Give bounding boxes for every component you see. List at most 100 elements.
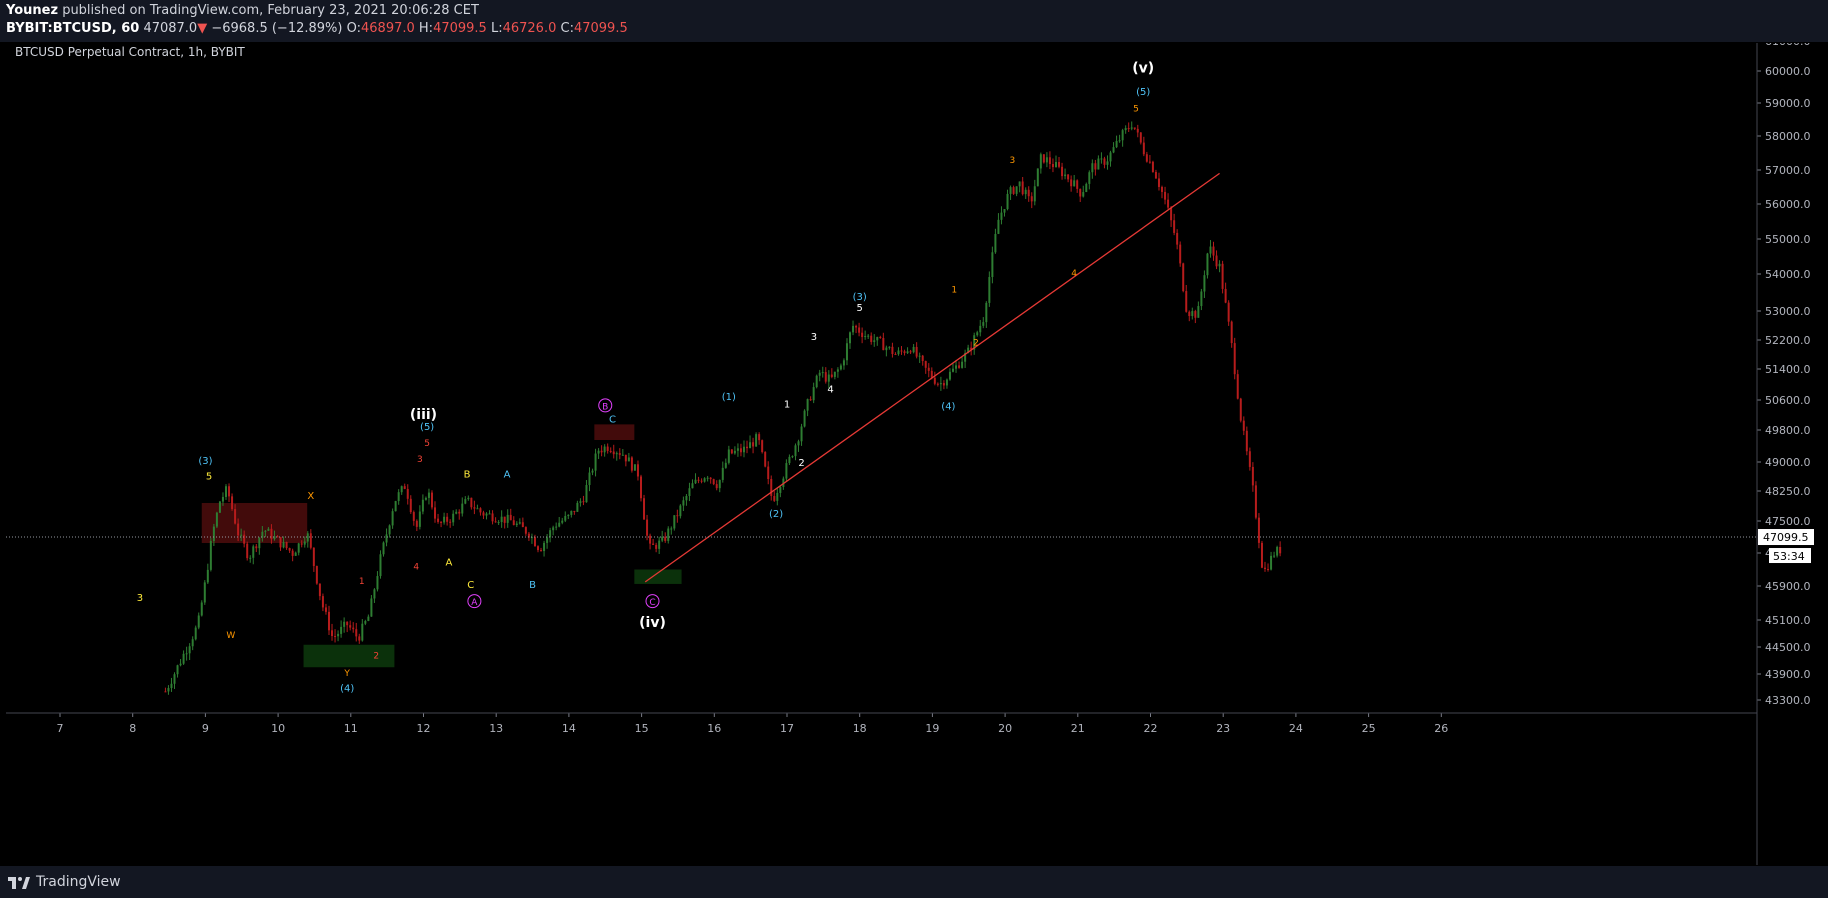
candle-down (279, 537, 282, 548)
wave-label-circled: A (471, 598, 478, 608)
candle-up (1085, 183, 1088, 193)
candle-up (906, 351, 909, 354)
candle-down (349, 625, 352, 628)
candle-up (591, 470, 594, 473)
wave-label: (5) (420, 422, 434, 433)
candle-down (606, 446, 609, 451)
candle-down (324, 607, 327, 612)
candle-down (321, 596, 324, 608)
low-value: 46726.0 (502, 21, 557, 36)
down-arrow-icon: ▼ (197, 21, 208, 36)
price-tick-label: 49800.0 (1765, 424, 1811, 437)
candle-down (1251, 466, 1254, 486)
close-value: 47099.5 (573, 21, 628, 36)
candle-up (1003, 209, 1006, 213)
wave-label: (1) (722, 392, 736, 403)
candle-up (497, 522, 500, 524)
candle-up (885, 347, 888, 351)
candle-up (785, 463, 788, 479)
candle-down (870, 335, 873, 342)
candle-up (579, 501, 582, 503)
candle-down (942, 383, 945, 386)
candle-down (537, 546, 540, 551)
candle-down (652, 543, 655, 545)
candle-up (424, 497, 427, 500)
time-tick-label: 10 (271, 722, 285, 735)
candle-up (955, 365, 958, 369)
wave-label: A (504, 469, 511, 480)
candle-down (246, 543, 249, 559)
candle-up (485, 513, 488, 516)
candle-down (1048, 157, 1051, 164)
candle-up (1000, 212, 1003, 220)
candle-up (1006, 193, 1009, 210)
candle-down (1142, 142, 1145, 155)
candle-up (615, 453, 618, 455)
price-tick-label: 59000.0 (1765, 97, 1811, 110)
candle-up (376, 576, 379, 590)
candle-down (924, 361, 927, 368)
price-chart[interactable]: 3(3)5WX12Y(4)34(iii)(5)5BACABC(1)(2)1234… (6, 35, 1822, 865)
candle-down (1260, 542, 1263, 568)
candle-down (1188, 311, 1191, 317)
price-tick-label: 61000.0 (1765, 43, 1811, 48)
candle-down (582, 501, 585, 503)
wave-label: 1 (784, 400, 790, 411)
candle-down (334, 636, 337, 638)
wave-label: (iv) (639, 615, 666, 631)
wave-label: Y (343, 669, 350, 679)
candle-up (297, 543, 300, 553)
candle-up (691, 483, 694, 489)
wave-label: (3) (853, 292, 867, 303)
candle-down (1145, 154, 1148, 162)
candle-down (1094, 163, 1097, 170)
candle-down (255, 546, 258, 549)
time-tick-label: 26 (1434, 722, 1448, 735)
candle-down (573, 510, 576, 512)
candle-down (446, 516, 449, 522)
candle-up (1100, 158, 1103, 160)
candle-up (733, 450, 736, 454)
wave-label: 3 (417, 455, 423, 465)
candle-down (1021, 181, 1024, 195)
candle-up (627, 457, 630, 462)
author-name[interactable]: Younez (6, 3, 58, 18)
candle-down (1215, 255, 1218, 267)
candle-up (421, 499, 424, 512)
candle-down (1030, 196, 1033, 202)
candle-up (179, 663, 182, 666)
wave-label: 4 (827, 384, 833, 395)
candle-down (1079, 188, 1082, 197)
candle-down (830, 374, 833, 377)
candle-down (540, 550, 543, 552)
candle-up (794, 445, 797, 457)
candle-up (191, 639, 194, 647)
candle-up (258, 537, 261, 549)
candle-up (367, 616, 370, 621)
candle-down (1042, 154, 1045, 163)
candle-up (212, 526, 215, 541)
candle-down (1176, 232, 1179, 245)
candle-up (997, 219, 1000, 234)
candle-up (1270, 555, 1273, 570)
candle-down (533, 537, 536, 547)
candle-up (543, 542, 546, 552)
chart-area[interactable]: 3 (3) 5 W X 1 2 Y (4) 3 4 (iii) (5) 5 B A C A B C (1) (2) 1 2 3 4… (6, 35, 1822, 865)
candle-down (1133, 127, 1136, 129)
candle-up (1209, 246, 1212, 254)
candle-down (730, 449, 733, 454)
price-change: −6968.5 (−12.89%) (211, 21, 343, 36)
candle-down (406, 488, 409, 499)
candle-up (570, 510, 573, 515)
price-tick-label: 45100.0 (1765, 614, 1811, 627)
wave-label: 3 (1010, 156, 1016, 166)
candle-up (776, 492, 779, 501)
candle-up (755, 434, 758, 447)
candle-up (1109, 152, 1112, 162)
candle-up (727, 449, 730, 463)
candle-down (958, 365, 961, 368)
candle-down (824, 372, 827, 382)
time-tick-label: 18 (853, 722, 867, 735)
candle-down (1224, 288, 1227, 303)
tradingview-logo[interactable]: TradingView (8, 871, 121, 893)
